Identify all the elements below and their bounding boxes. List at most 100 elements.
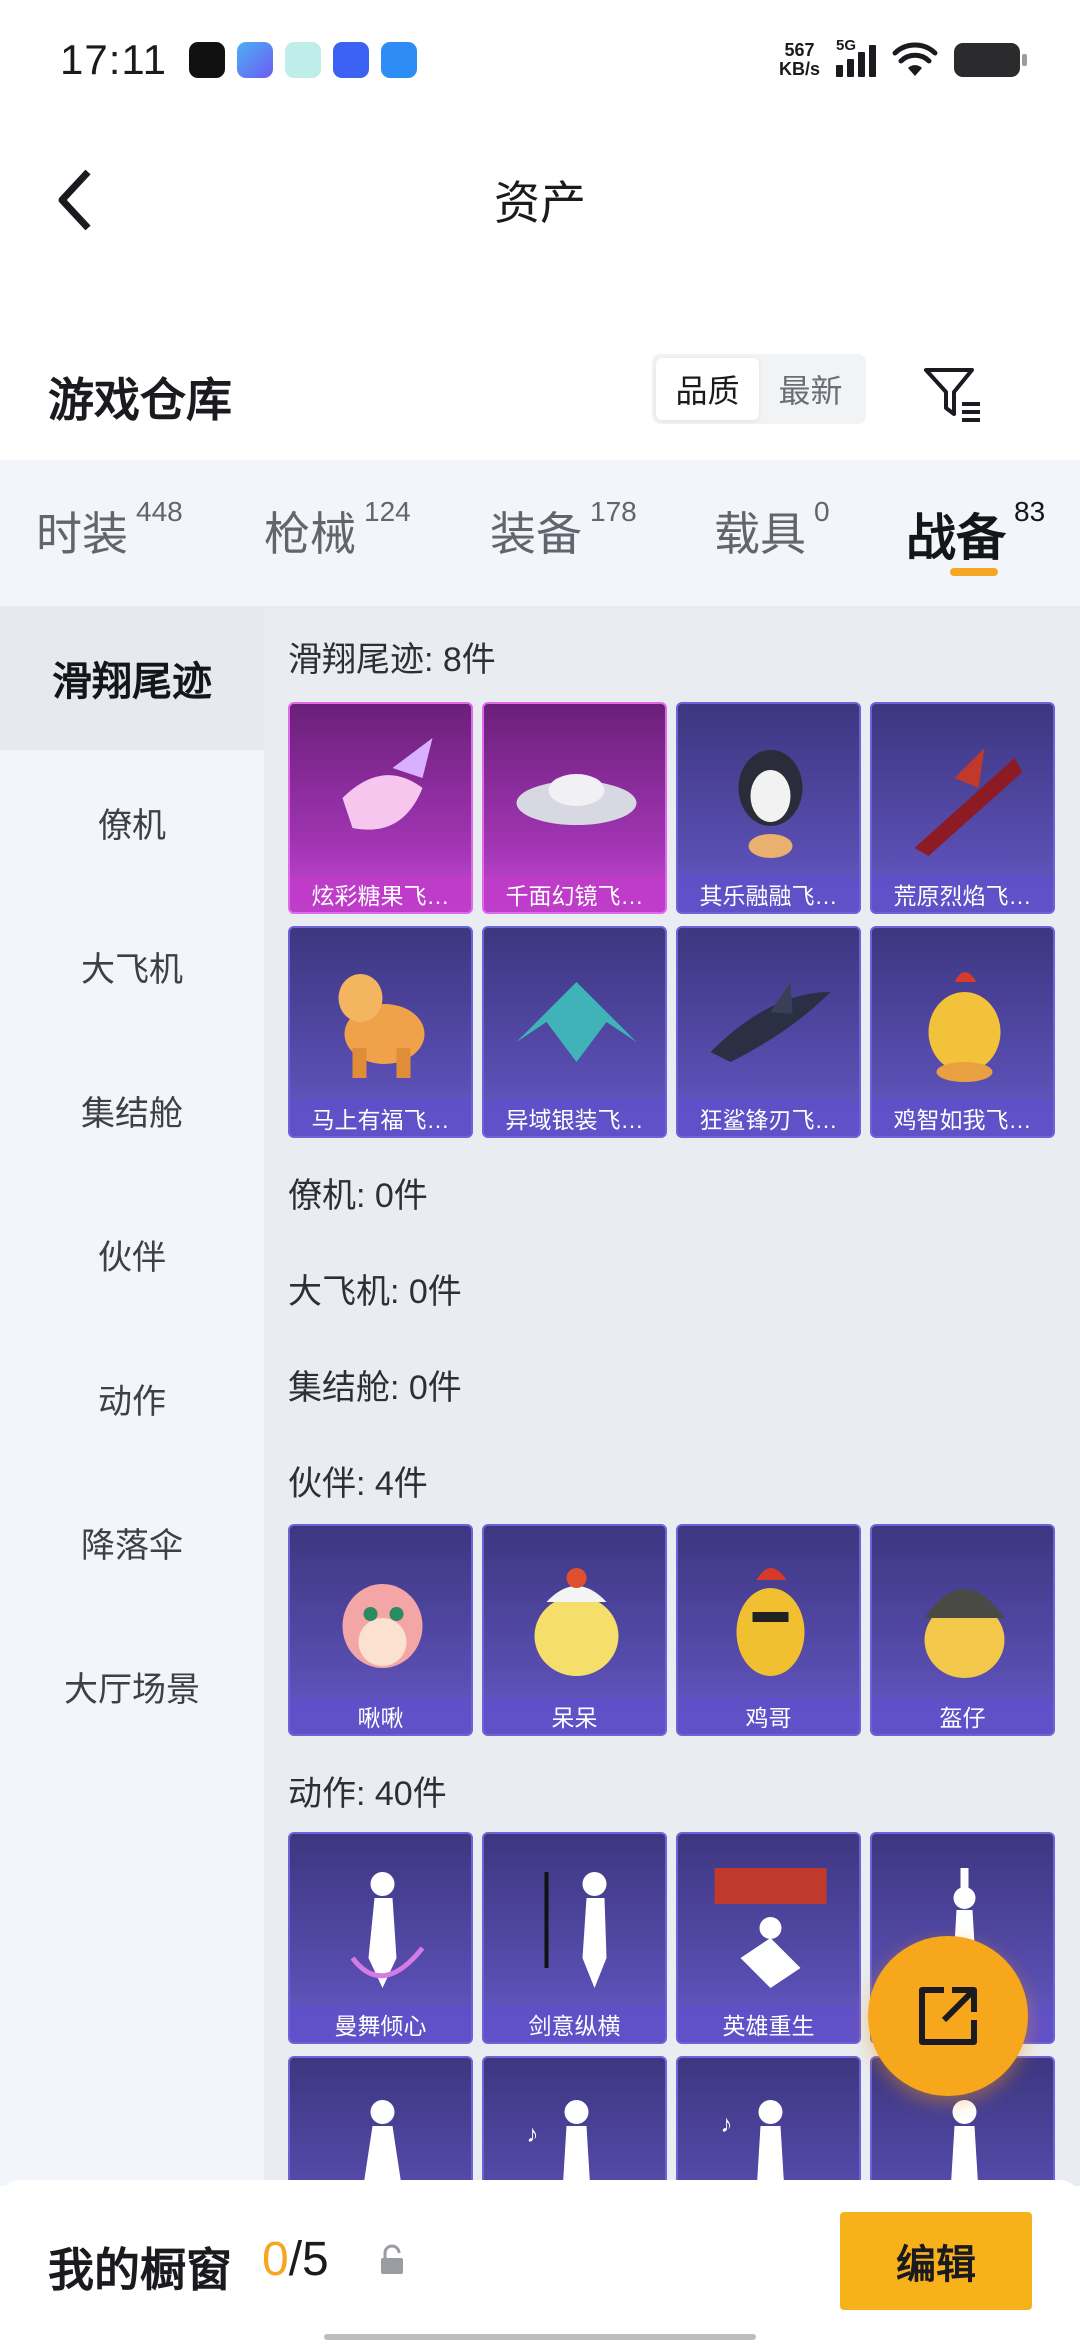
status-right: 567 KB/s 5G [778,37,1027,79]
sidebar-item-glide-trail[interactable]: 滑翔尾迹 [0,606,264,750]
section-label-plane: 大飞机: 0件 [288,1273,462,1311]
network-type: 5G [836,37,857,54]
sidebar-item-emote[interactable]: 动作 [0,1326,264,1470]
glide-grid: 炫彩糖果飞… 千面幻镜飞… 其乐融融飞… 荒原烈焰飞… 马上有福飞… 异域银装飞… [288,702,1055,1138]
tab-fashion[interactable]: 时装 448 [36,496,183,564]
item-card[interactable]: 异域银装飞… [482,926,667,1138]
category-tabs: 时装 448 枪械 124 装备 178 载具 0 战备 83 [0,460,1080,606]
item-card[interactable]: 英雄重生 [676,1832,861,2044]
item-card[interactable]: 其乐融融飞… [676,702,861,914]
item-card[interactable]: 鸡哥 [676,1524,861,1736]
item-card[interactable]: 啾啾 [288,1524,473,1736]
home-indicator[interactable] [324,2334,756,2340]
sidebar-item-companion[interactable]: 伙伴 [0,1182,264,1326]
notification-icons [189,42,417,78]
ufo-trail-icon [516,774,637,825]
tab-label: 装备 [490,508,582,560]
item-card[interactable]: ♪ [482,2056,667,2186]
item-name: 狂鲨锋刃飞… [678,1100,859,1136]
tab-equipment[interactable]: 装备 178 [490,496,637,564]
tab-count: 124 [364,496,411,527]
tab-active-indicator [950,568,998,576]
item-card[interactable] [288,2056,473,2186]
tab-vehicles[interactable]: 载具 0 [714,496,830,564]
item-card[interactable]: 炫彩糖果飞… [288,702,473,914]
item-card[interactable]: 呆呆 [482,1524,667,1736]
edit-button[interactable]: 编辑 [840,2212,1032,2310]
sort-quality-button[interactable]: 品质 [656,358,759,420]
showcase-bar: 我的橱窗 0/5 编辑 [0,2180,1080,2344]
app-sky-icon [381,42,417,78]
app-cyan-icon [285,42,321,78]
item-card[interactable]: 马上有福飞… [288,926,473,1138]
filter-button[interactable] [918,358,988,428]
sort-newest-button[interactable]: 最新 [759,358,862,420]
bird-companion-icon [342,1584,423,1668]
sidebar-item-pod[interactable]: 集结舱 [0,1038,264,1182]
dance-emote-icon [350,1872,425,1988]
back-button[interactable] [36,160,116,240]
hero-emote-icon [714,1868,827,1988]
tab-label: 战备 [906,510,1006,566]
item-card[interactable]: 盔仔 [870,1524,1055,1736]
item-name: 英雄重生 [678,2006,859,2042]
sword-emote-icon [544,1872,607,1988]
wave-emote-icon [950,2100,979,2186]
item-name: 盔仔 [872,1698,1053,1734]
item-name: 啾啾 [290,1698,471,1734]
battery-icon [954,43,1027,77]
svg-text:♪: ♪ [721,2111,733,2138]
tab-label: 载具 [714,508,806,560]
tab-label: 时装 [36,508,128,560]
item-card[interactable]: ♪ [676,2056,861,2186]
sidebar-item-plane[interactable]: 大飞机 [0,894,264,1038]
item-name: 其乐融融飞… [678,876,859,912]
tab-battle-gear[interactable]: 战备 83 [906,496,1045,570]
shark-trail-icon [710,982,831,1062]
candy-trail-icon [342,738,433,830]
item-card[interactable]: 千面幻镜飞… [482,702,667,914]
tab-count: 448 [136,496,183,527]
item-card[interactable]: 鸡智如我飞… [870,926,1055,1138]
music-dance-emote-icon: ♪ [527,2100,591,2186]
warehouse-header: 游戏仓库 品质 最新 [0,340,1080,440]
item-card[interactable]: 荒原烈焰飞… [870,702,1055,914]
showcase-count: 0/5 [262,2232,329,2287]
tab-guns[interactable]: 枪械 124 [264,496,411,564]
item-card[interactable]: 剑意纵横 [482,1832,667,2044]
item-card[interactable]: 狂鲨锋刃飞… [676,926,861,1138]
sidebar-item-parachute[interactable]: 降落伞 [0,1470,264,1614]
item-name: 马上有福飞… [290,1100,471,1136]
subcategory-sidebar: 滑翔尾迹 僚机 大飞机 集结舱 伙伴 动作 降落伞 大厅场景 [0,606,264,2186]
back-arrow-icon [58,169,91,231]
tiktok-icon [189,42,225,78]
penguin-trail-icon [738,750,803,858]
filter-icon [924,368,980,422]
status-time: 17:11 [60,36,167,83]
item-name: 呆呆 [484,1698,665,1734]
item-card[interactable]: 曼舞倾心 [288,1832,473,2044]
net-speed-unit: KB/s [778,59,820,79]
lock-icon [381,2244,403,2274]
horse-trail-icon [338,974,425,1078]
top-nav: 资产 [0,140,1080,260]
warehouse-title: 游戏仓库 [48,374,232,426]
vivo-icon [333,42,369,78]
sidebar-item-wingman[interactable]: 僚机 [0,750,264,894]
cell-signal-icon: 5G [836,37,876,77]
section-label-companion: 伙伴: 4件 [288,1465,428,1503]
item-name: 炫彩糖果飞… [290,876,471,912]
run-emote-icon [363,2100,402,2186]
showcase-current: 0 [262,2233,289,2286]
app-blue-icon [237,42,273,78]
share-button[interactable] [868,1936,1028,2096]
showcase-total: /5 [288,2233,329,2286]
helmet-chick-companion-icon [924,1589,1005,1678]
rooster-companion-icon [736,1568,805,1676]
item-name: 鸡智如我飞… [872,1100,1053,1136]
sort-toggle: 品质 最新 [652,354,866,424]
showcase-label: 我的橱窗 [48,2244,232,2296]
section-label-emote: 动作: 40件 [288,1775,447,1813]
sidebar-item-lobby-scene[interactable]: 大厅场景 [0,1614,264,1758]
item-name: 鸡哥 [678,1698,859,1734]
